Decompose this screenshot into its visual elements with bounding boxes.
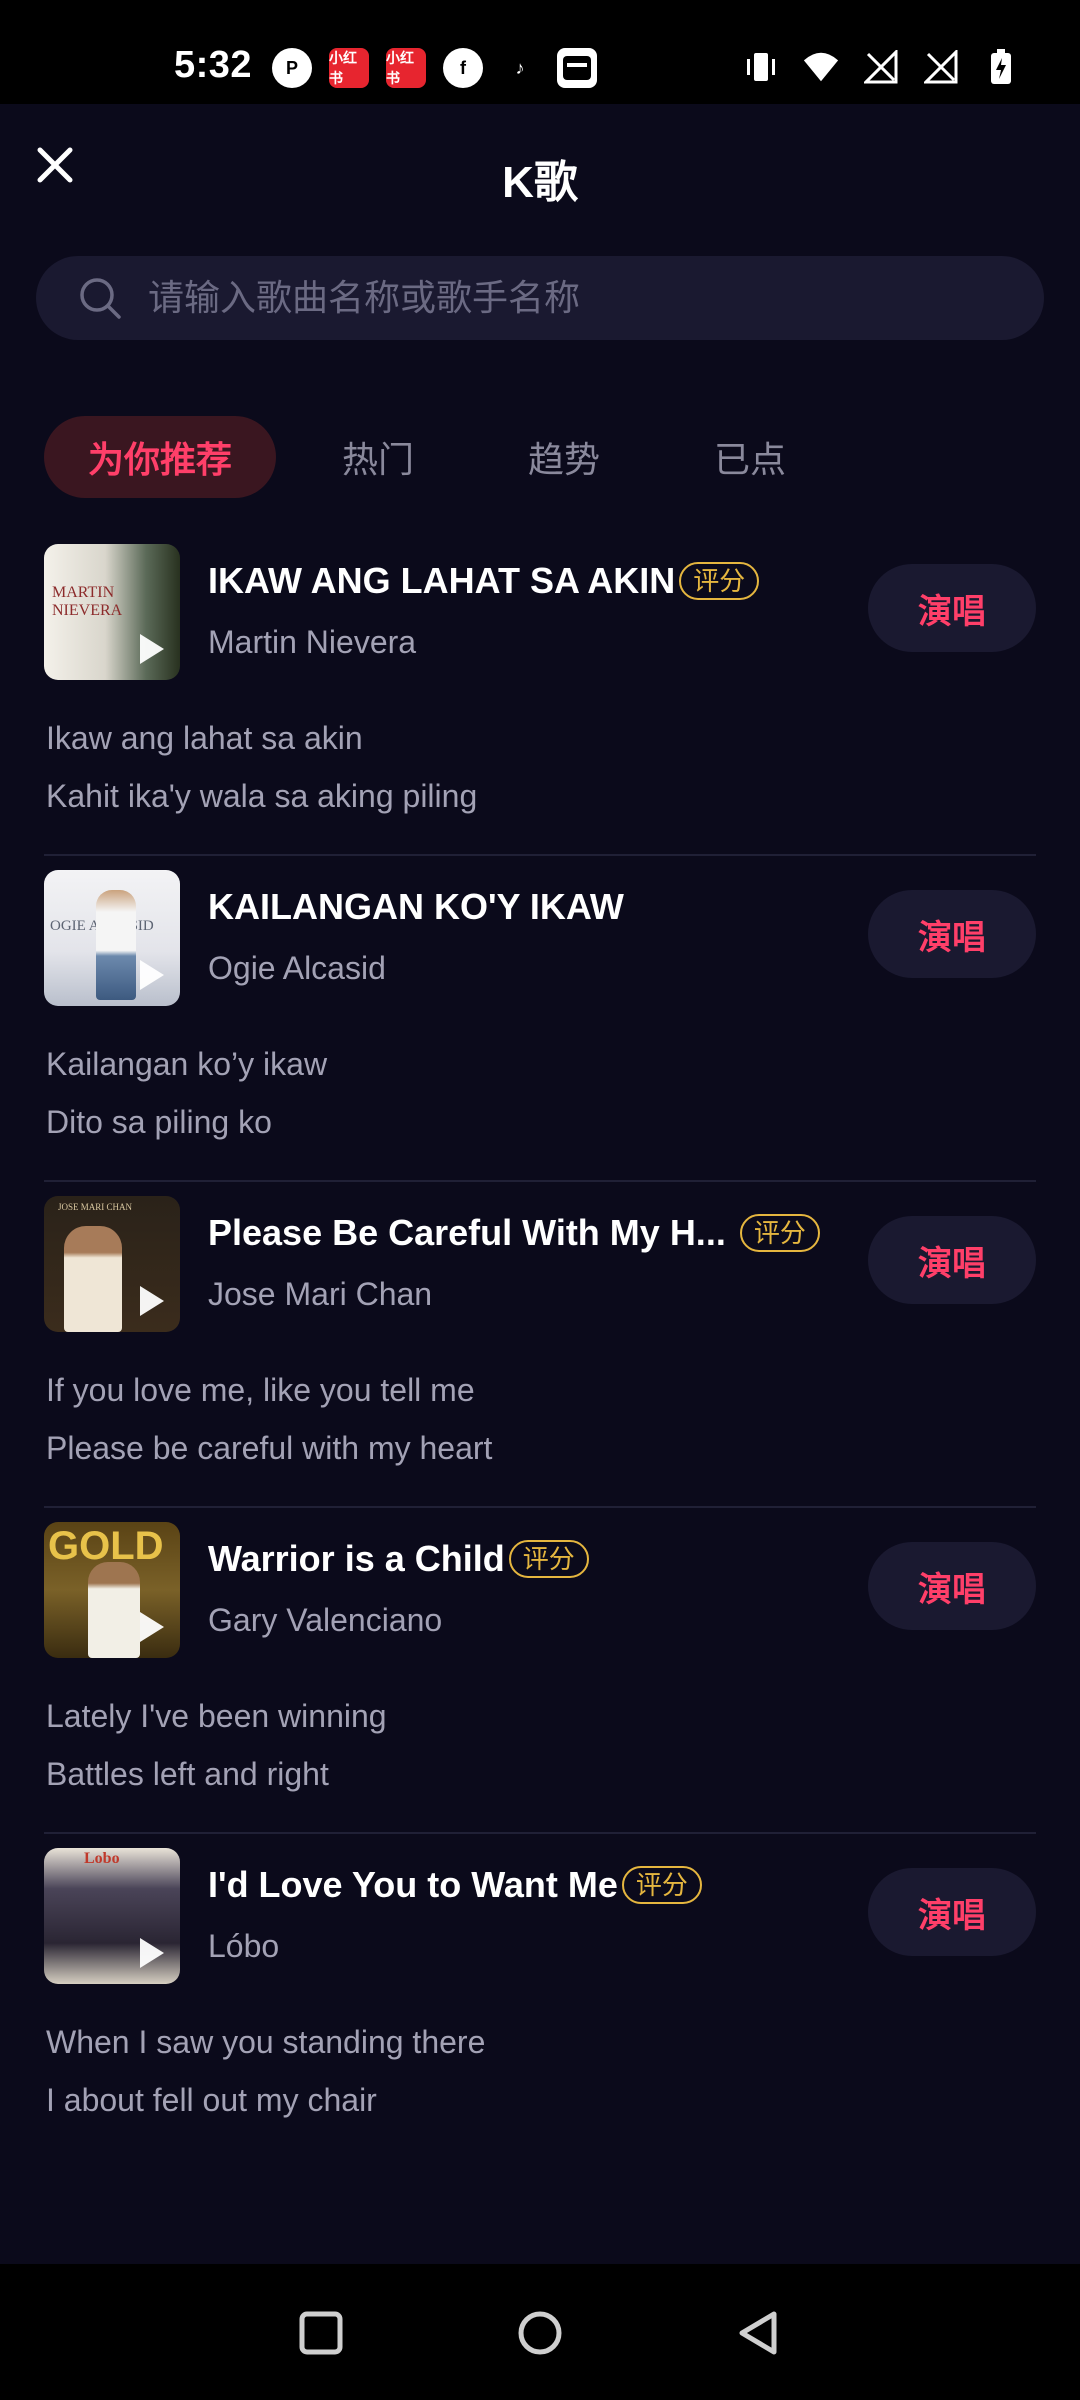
- song-list: MARTIN NIEVERA IKAW ANG LAHAT SA AKIN 评分…: [0, 530, 1080, 2160]
- lyric-line: Kahit ika'y wala sa aking piling: [46, 778, 478, 814]
- list-item: OGIE ALCASID KAILANGAN KO'Y IKAW Ogie Al…: [0, 856, 1080, 1182]
- tab-trending[interactable]: 趋势: [528, 416, 600, 498]
- album-cover[interactable]: Lobo: [44, 1848, 180, 1984]
- signal-icon: [862, 48, 900, 86]
- song-artist: Martin Nievera: [208, 624, 417, 660]
- list-item: Lobo I'd Love You to Want Me 评分 Lóbo 演唱 …: [0, 1834, 1080, 2160]
- play-icon: [140, 960, 164, 990]
- lyric-line: Kailangan ko’y ikaw: [46, 1046, 328, 1082]
- list-item: JOSE MARI CHAN Please Be Careful With My…: [0, 1182, 1080, 1508]
- xiaohongshu-icon: 小红书: [386, 48, 426, 88]
- page-title: K歌: [502, 158, 578, 207]
- system-icons: [742, 48, 1020, 86]
- back-triangle-icon[interactable]: [734, 2308, 784, 2358]
- facebook-icon: f: [443, 48, 483, 88]
- inbox-icon: [557, 48, 597, 88]
- tiktok-icon: ♪: [500, 48, 540, 88]
- wifi-icon: [802, 48, 840, 86]
- p-circle-icon: P: [272, 48, 312, 88]
- lyric-line: If you love me, like you tell me: [46, 1372, 475, 1408]
- sing-button[interactable]: 演唱: [868, 1216, 1036, 1304]
- battery-charging-icon: [982, 48, 1020, 86]
- lyric-line: When I saw you standing there: [46, 2024, 486, 2060]
- app-header: K歌: [0, 104, 1080, 244]
- tab-requested[interactable]: 已点: [714, 416, 786, 498]
- lyric-line: Please be careful with my heart: [46, 1430, 493, 1466]
- list-item: GOLD Warrior is a Child 评分 Gary Valencia…: [0, 1508, 1080, 1834]
- tab-hot[interactable]: 热门: [342, 416, 414, 498]
- sing-button[interactable]: 演唱: [868, 890, 1036, 978]
- lyric-line: Dito sa piling ko: [46, 1104, 272, 1140]
- play-icon: [140, 634, 164, 664]
- home-circle-icon[interactable]: [515, 2308, 565, 2358]
- vibrate-icon: [742, 48, 780, 86]
- album-cover[interactable]: OGIE ALCASID: [44, 870, 180, 1006]
- score-badge: 评分: [739, 1214, 820, 1252]
- lyric-line: I about fell out my chair: [46, 2082, 377, 2118]
- search-input[interactable]: [146, 276, 970, 320]
- play-icon: [140, 1286, 164, 1316]
- score-badge: 评分: [679, 562, 760, 600]
- song-title: Warrior is a Child: [208, 1538, 505, 1579]
- system-nav-bar: [0, 2264, 1080, 2400]
- play-icon: [140, 1938, 164, 1968]
- search-bar[interactable]: [36, 256, 1044, 340]
- song-title: IKAW ANG LAHAT SA AKIN: [208, 560, 676, 601]
- list-item: MARTIN NIEVERA IKAW ANG LAHAT SA AKIN 评分…: [0, 530, 1080, 856]
- play-icon: [140, 1612, 164, 1642]
- lyric-line: Ikaw ang lahat sa akin: [46, 720, 363, 756]
- status-time: 5:32: [174, 44, 253, 86]
- sing-button[interactable]: 演唱: [868, 1868, 1036, 1956]
- notification-icons: P 小红书 小红书 f ♪: [272, 48, 597, 88]
- song-title: Please Be Careful With My H...: [208, 1212, 726, 1253]
- search-icon: [80, 278, 121, 319]
- signal-icon: [922, 48, 960, 86]
- album-cover[interactable]: GOLD: [44, 1522, 180, 1658]
- song-title: KAILANGAN KO'Y IKAW: [208, 886, 624, 927]
- song-title: I'd Love You to Want Me: [208, 1864, 618, 1905]
- tab-recommended[interactable]: 为你推荐: [44, 416, 277, 498]
- song-artist: Gary Valenciano: [208, 1602, 443, 1638]
- score-badge: 评分: [508, 1540, 589, 1578]
- song-artist: Lóbo: [208, 1928, 280, 1964]
- song-artist: Jose Mari Chan: [208, 1276, 433, 1312]
- lyric-line: Lately I've been winning: [46, 1698, 387, 1734]
- album-cover[interactable]: MARTIN NIEVERA: [44, 544, 180, 680]
- sing-button[interactable]: 演唱: [868, 564, 1036, 652]
- album-cover[interactable]: JOSE MARI CHAN: [44, 1196, 180, 1332]
- tab-bar: 为你推荐 热门 趋势 已点: [44, 416, 786, 498]
- recents-square-icon[interactable]: [296, 2308, 346, 2358]
- sing-button[interactable]: 演唱: [868, 1542, 1036, 1630]
- song-artist: Ogie Alcasid: [208, 950, 386, 986]
- lyric-line: Battles left and right: [46, 1756, 329, 1792]
- xiaohongshu-icon: 小红书: [329, 48, 369, 88]
- status-bar: 5:32 P 小红书 小红书 f ♪: [0, 0, 1080, 104]
- score-badge: 评分: [621, 1866, 702, 1904]
